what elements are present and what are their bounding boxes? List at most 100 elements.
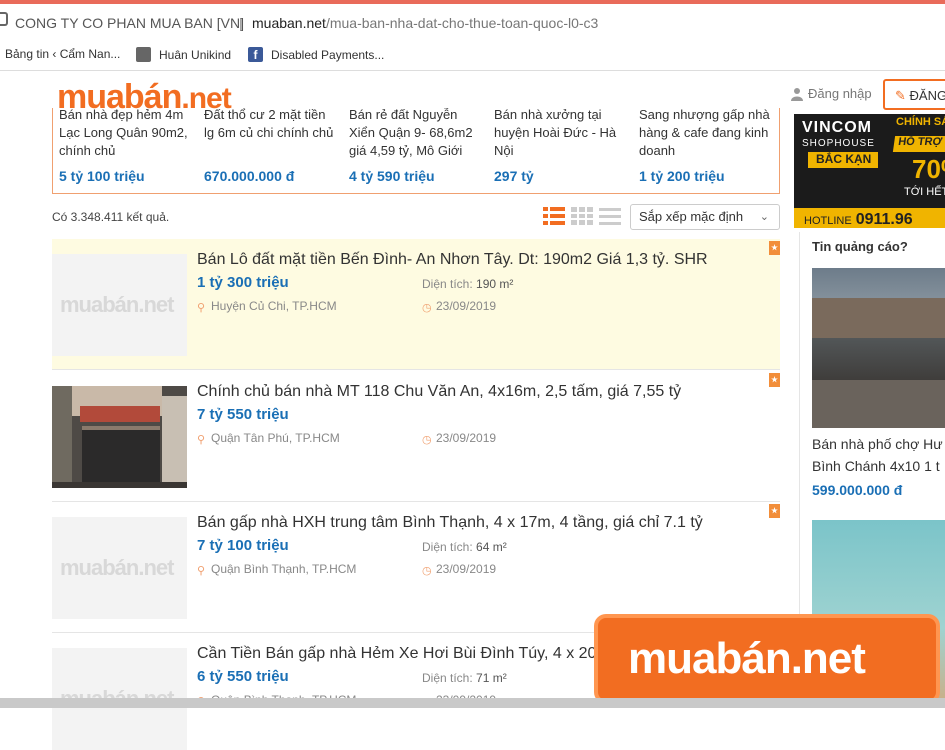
featured-price: 297 tỷ <box>494 168 534 184</box>
listing-row[interactable]: Chính chủ bán nhà MT 118 Chu Văn An, 4x1… <box>52 371 780 502</box>
vincom-ad-banner[interactable]: VINCOM SHOPHOUSE BẮC KẠN CHÍNH SÁ HỖ TRỢ… <box>794 114 945 228</box>
featured-title: Sang nhượng gấp nhà hàng & cafe đang kin… <box>639 108 770 158</box>
location-text: Quận Bình Thạnh, TP.HCM <box>211 562 357 576</box>
date-text: 23/09/2019 <box>436 431 497 445</box>
sidebar-ad-price: 599.000.000 đ <box>812 482 903 498</box>
featured-price: 1 tỷ 200 triệu <box>639 168 725 184</box>
hotline-label: HOTLINE <box>804 215 852 227</box>
featured-price: 670.000.000 đ <box>204 168 295 184</box>
map-pin-icon: ⚲ <box>197 301 206 314</box>
url-path: /mua-ban-nha-dat-cho-thue-toan-quoc-l0-c… <box>325 15 599 31</box>
sidebar-heading: Tin quảng cáo? <box>812 239 908 254</box>
ad-location: BẮC KẠN <box>808 152 878 168</box>
listing-date: ◷ 23/09/2019 <box>422 299 497 314</box>
area-value: 64 m² <box>476 540 507 554</box>
ad-hotline: HOTLINE 0911.96 <box>794 208 945 228</box>
facebook-icon: f <box>248 47 263 62</box>
listing-location: ⚲ Huyện Củ Chi, TP.HCM <box>197 299 337 314</box>
featured-title: Bán rẻ đất Nguyễn Xiển Quận 9- 68,6m2 gi… <box>349 108 473 158</box>
sort-dropdown[interactable]: Sắp xếp mặc định ⌄ <box>630 204 780 230</box>
ad-brand: VINCOM <box>802 119 872 136</box>
save-star-icon[interactable] <box>769 241 780 255</box>
featured-item[interactable]: Bán rẻ đất Nguyễn Xiển Quận 9- 68,6m2 gi… <box>349 108 484 184</box>
site-identity[interactable]: CONG TY CO PHAN MUA BAN [VN] <box>15 15 244 31</box>
bookmark-label: Disabled Payments... <box>271 47 385 62</box>
address-bar[interactable]: CONG TY CO PHAN MUA BAN [VN] | muaban.ne… <box>0 4 945 38</box>
thumb-watermark: muabán.net <box>60 292 174 317</box>
result-count: Có 3.348.411 kết quả. <box>52 210 170 224</box>
featured-item[interactable]: Đất thổ cư 2 mặt tiền lg 6m củ chi chính… <box>204 108 339 184</box>
login-label: Đăng nhập <box>808 86 872 101</box>
location-text: Quận Tân Phú, TP.HCM <box>211 431 340 445</box>
clock-icon: ◷ <box>422 564 432 577</box>
bookmark-label: Huân Unikind <box>159 47 232 62</box>
sidebar-ad-image[interactable] <box>812 268 945 428</box>
listing-price: 6 tỷ 550 triệu <box>197 668 289 685</box>
featured-item[interactable]: Sang nhượng gấp nhà hàng & cafe đang kin… <box>639 108 774 184</box>
date-text: 23/09/2019 <box>436 299 497 313</box>
ad-until: TỚI HẾT <box>904 186 945 198</box>
map-pin-icon: ⚲ <box>197 433 206 446</box>
muaban-watermark-logo: muabán.net <box>594 614 940 704</box>
listing-location: ⚲ Quận Bình Thạnh, TP.HCM <box>197 562 357 577</box>
bookmark-item[interactable]: f Disabled Payments... <box>248 47 384 62</box>
listing-area: Diện tích: 64 m² <box>422 540 507 554</box>
bookmarks-bar: Bảng tin ‹ Cẩm Nan... Huân Unikind f Dis… <box>0 38 945 71</box>
compact-view-icon[interactable] <box>599 207 621 225</box>
bookmark-item[interactable]: Huân Unikind <box>136 47 231 62</box>
os-taskbar <box>0 698 945 708</box>
user-icon <box>791 87 803 101</box>
post-listing-button[interactable]: ✎ ĐĂNG <box>883 79 945 110</box>
listing-location: ⚲ Quận Tân Phú, TP.HCM <box>197 431 340 446</box>
list-view-icon[interactable] <box>543 207 565 225</box>
listing-price: 1 tỷ 300 triệu <box>197 274 289 291</box>
login-link[interactable]: Đăng nhập <box>790 86 872 101</box>
thumb-watermark: muabán.net <box>60 555 174 580</box>
featured-title: Đất thổ cư 2 mặt tiền lg 6m củ chi chính… <box>204 108 334 140</box>
sidebar-ad-title[interactable]: Bán nhà phố chợ Hư Bình Chánh 4x10 1 t <box>812 433 945 477</box>
save-star-icon[interactable] <box>769 504 780 518</box>
secure-lock-icon <box>0 12 8 26</box>
sidebar-ad-title-line: Bán nhà phố chợ Hư <box>812 436 943 452</box>
chevron-down-icon: ⌄ <box>759 211 769 223</box>
area-label: Diện tích: <box>422 540 473 554</box>
date-text: 23/09/2019 <box>436 562 497 576</box>
listing-title[interactable]: Chính chủ bán nhà MT 118 Chu Văn An, 4x1… <box>197 383 681 401</box>
grid-view-icon[interactable] <box>571 207 593 225</box>
featured-title: Bán nhà xưởng tại huyện Hoài Đức - Hà Nộ… <box>494 108 617 158</box>
sidebar-ad-title-line: Bình Chánh 4x10 1 t <box>812 458 940 474</box>
location-text: Huyện Củ Chi, TP.HCM <box>211 299 337 313</box>
area-label: Diện tích: <box>422 277 473 291</box>
hotline-number: 0911.96 <box>855 211 913 228</box>
featured-item[interactable]: Bán nhà đẹp hẻm 4m Lạc Long Quân 90m2, c… <box>59 108 194 184</box>
listing-price: 7 tỷ 100 triệu <box>197 537 289 554</box>
listing-title[interactable]: Bán Lô đất mặt tiền Bến Đình- An Nhơn Tâ… <box>197 251 708 269</box>
bookmark-label: Bảng tin ‹ Cẩm Nan... <box>5 47 121 61</box>
listing-date: ◷ 23/09/2019 <box>422 562 497 577</box>
listing-thumbnail[interactable]: muabán.net <box>52 517 187 619</box>
ad-brand-sub: SHOPHOUSE <box>802 138 875 149</box>
featured-item[interactable]: Bán nhà xưởng tại huyện Hoài Đức - Hà Nộ… <box>494 108 629 184</box>
area-label: Diện tích: <box>422 671 473 685</box>
view-mode-switcher <box>543 207 621 225</box>
url-text[interactable]: muaban.net/mua-ban-nha-dat-cho-thue-toan… <box>252 15 598 31</box>
url-domain: muaban.net <box>252 15 326 31</box>
listing-row[interactable]: muabán.net Bán Lô đất mặt tiền Bến Đình-… <box>52 239 780 370</box>
area-value: 190 m² <box>476 277 514 291</box>
listing-thumbnail[interactable]: muabán.net <box>52 254 187 356</box>
bookmark-page-icon <box>136 47 151 62</box>
listing-thumbnail[interactable] <box>52 386 187 488</box>
listing-title[interactable]: Bán gấp nhà HXH trung tâm Bình Thạnh, 4 … <box>197 514 703 532</box>
listing-area: Diện tích: 190 m² <box>422 277 513 291</box>
featured-price: 5 tỷ 100 triệu <box>59 168 145 184</box>
featured-price: 4 tỷ 590 triệu <box>349 168 435 184</box>
map-pin-icon: ⚲ <box>197 564 206 577</box>
url-separator: | <box>239 15 243 31</box>
ad-headline: CHÍNH SÁ <box>896 116 945 128</box>
save-star-icon[interactable] <box>769 373 780 387</box>
post-label: ĐĂNG <box>909 88 945 103</box>
bookmark-item[interactable]: Bảng tin ‹ Cẩm Nan... <box>5 47 120 61</box>
house-photo <box>52 386 187 488</box>
listing-date: ◷ 23/09/2019 <box>422 431 497 446</box>
listing-title[interactable]: Cần Tiền Bán gấp nhà Hẻm Xe Hơi Bùi Đình… <box>197 645 596 663</box>
